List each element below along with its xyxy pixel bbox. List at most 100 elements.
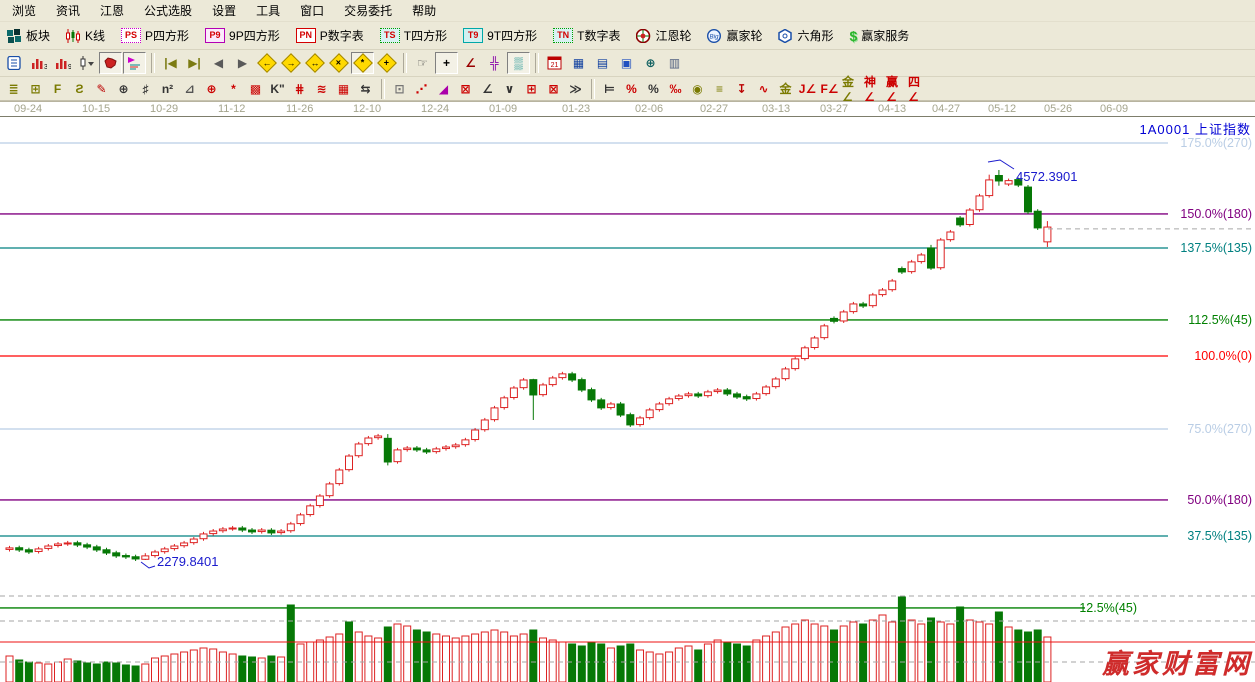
module-kline-button[interactable]: K线 xyxy=(60,24,111,47)
span-measure-tool[interactable]: ⇆ xyxy=(355,79,376,99)
angle-tool-button[interactable]: ∠ xyxy=(459,52,482,74)
time-divider-tool[interactable]: ♯ xyxy=(135,79,156,99)
win-grid-tool[interactable]: ≋ xyxy=(311,79,332,99)
china-map-button[interactable] xyxy=(99,52,122,74)
mirror-angle-tool[interactable]: ⊿ xyxy=(179,79,200,99)
trend-angle-tool[interactable]: ∠ xyxy=(477,79,498,99)
module-sectors-button[interactable]: 板块 xyxy=(1,24,56,47)
price-pen-tool[interactable]: ↧ xyxy=(731,79,752,99)
zoom-all-button[interactable]: * xyxy=(351,52,374,74)
module-9p-square-button[interactable]: P99P四方形 xyxy=(199,24,286,47)
nav-next-button[interactable]: ▶ xyxy=(231,52,254,74)
menu-item-5[interactable]: 工具 xyxy=(246,0,290,22)
gann-grid-tool-button[interactable]: ▒ xyxy=(507,52,530,74)
grid-arrow-tool[interactable]: ⊠ xyxy=(543,79,564,99)
target-tool[interactable]: ⊕ xyxy=(201,79,222,99)
shen-angle-tool[interactable]: 神∠ xyxy=(863,79,884,99)
f-angle-tool[interactable]: F∠ xyxy=(819,79,840,99)
j-angle-tool[interactable]: J∠ xyxy=(797,79,818,99)
gold-angle-tool[interactable]: 金∠ xyxy=(841,79,862,99)
square-spiral-tool[interactable]: ▩ xyxy=(245,79,266,99)
date-tick-11-12: 11-12 xyxy=(218,103,245,115)
zoom-horizontal-button[interactable]: ↔ xyxy=(303,52,326,74)
scale-ruler-tool[interactable]: ⊨ xyxy=(599,79,620,99)
gann-knot-tool-button[interactable]: ╬ xyxy=(483,52,506,74)
zigzag-tool[interactable]: ∨ xyxy=(499,79,520,99)
print-button[interactable]: ▥ xyxy=(663,52,686,74)
nav-last-button[interactable]: ▶| xyxy=(183,52,206,74)
golden-grid-tool[interactable]: ⊞ xyxy=(25,79,46,99)
menu-item-1[interactable]: 资讯 xyxy=(46,0,90,22)
save-button[interactable]: ▣ xyxy=(615,52,638,74)
zoom-out-button[interactable]: + xyxy=(375,52,398,74)
percent-fan-tool[interactable]: % xyxy=(621,79,642,99)
four-angle-tool[interactable]: 四∠ xyxy=(907,79,928,99)
golden-angle-tool[interactable]: 金 xyxy=(775,79,796,99)
calendar-button[interactable]: 21 xyxy=(543,52,566,74)
overlay-3-button[interactable]: 3 xyxy=(27,52,50,74)
menu-item-6[interactable]: 窗口 xyxy=(290,0,334,22)
module-hexagon-button[interactable]: 六角形 xyxy=(772,24,839,47)
date-tick-02-06: 02-06 xyxy=(635,103,663,115)
tn-box-icon: TN xyxy=(553,28,573,43)
module-winner-wheel-button[interactable]: Big赢家轮 xyxy=(701,24,768,47)
crosshair-tool-button[interactable]: + xyxy=(435,52,458,74)
k-notation-tool[interactable]: K" xyxy=(267,79,288,99)
hand-tool-button[interactable]: ☞ xyxy=(411,52,434,74)
wave-tool[interactable]: ∿ xyxy=(753,79,774,99)
fan-box-tool[interactable]: ◢ xyxy=(433,79,454,99)
module-p-square-button[interactable]: PSP四方形 xyxy=(115,24,195,47)
golden-lines-tool[interactable]: ≡ xyxy=(709,79,730,99)
percent-tool[interactable]: % xyxy=(643,79,664,99)
gann-fan-tool[interactable]: ⋰ xyxy=(411,79,432,99)
percent-lines-tool[interactable]: ‰ xyxy=(665,79,686,99)
box-tool[interactable]: ⊡ xyxy=(389,79,410,99)
module-p-square-label: P四方形 xyxy=(145,27,189,44)
win-angle-tool[interactable]: 赢∠ xyxy=(885,79,906,99)
module-kline-label: K线 xyxy=(85,27,105,44)
pan-left-button[interactable]: ← xyxy=(255,52,278,74)
stock-list-icon xyxy=(7,56,22,70)
number-box-tool[interactable]: ▦ xyxy=(333,79,354,99)
china-map-icon xyxy=(103,56,118,70)
export-button[interactable]: ⊕ xyxy=(639,52,662,74)
fan-grid-tool[interactable]: ⊠ xyxy=(455,79,476,99)
gann-circle-tool[interactable]: ⊕ xyxy=(113,79,134,99)
menu-item-3[interactable]: 公式选股 xyxy=(134,0,202,22)
n-square-tool[interactable]: n² xyxy=(157,79,178,99)
date-tick-06-09: 06-09 xyxy=(1100,103,1128,115)
candlestick-chart[interactable]: 175.0%(270)150.0%(180)137.5%(135)112.5%(… xyxy=(0,117,1255,682)
shen-grid-tool[interactable]: ⋕ xyxy=(289,79,310,99)
chart-area[interactable]: 175.0%(270)150.0%(180)137.5%(135)112.5%(… xyxy=(0,117,1255,682)
volume-view-button[interactable] xyxy=(123,52,146,74)
module-winner-service-button[interactable]: $赢家服务 xyxy=(844,24,916,47)
overlay-9-button[interactable]: 9 xyxy=(51,52,74,74)
module-t-square-button[interactable]: TST四方形 xyxy=(374,24,453,47)
menu-item-0[interactable]: 浏览 xyxy=(2,0,46,22)
date-axis: 09-2410-1510-2911-1211-2612-1012-2401-09… xyxy=(0,101,1255,117)
kline-style-button[interactable] xyxy=(75,52,98,74)
spider-web-tool[interactable]: * xyxy=(223,79,244,99)
menu-item-7[interactable]: 交易委托 xyxy=(334,0,402,22)
menu-item-4[interactable]: 设置 xyxy=(202,0,246,22)
brush-tool[interactable]: ✎ xyxy=(91,79,112,99)
parallel-lines-tool[interactable]: ≫ xyxy=(565,79,586,99)
module-t-table-button[interactable]: TNT数字表 xyxy=(547,24,626,47)
menu-item-2[interactable]: 江恩 xyxy=(90,0,134,22)
module-p-table-button[interactable]: PNP数字表 xyxy=(290,24,370,47)
nav-first-button[interactable]: |◀ xyxy=(159,52,182,74)
fibonacci-tool[interactable]: F xyxy=(47,79,68,99)
grid-overlay-tool[interactable]: ⊞ xyxy=(521,79,542,99)
spiral-tool[interactable]: Ƨ xyxy=(69,79,90,99)
stock-list-button[interactable] xyxy=(3,52,26,74)
zoom-in-button[interactable]: × xyxy=(327,52,350,74)
menu-item-8[interactable]: 帮助 xyxy=(402,0,446,22)
calculator-button[interactable]: ▦ xyxy=(567,52,590,74)
module-9t-square-button[interactable]: T99T四方形 xyxy=(457,24,543,47)
gann-price-grid-tool[interactable]: ≣ xyxy=(3,79,24,99)
golden-circle-tool[interactable]: ◉ xyxy=(687,79,708,99)
notepad-button[interactable]: ▤ xyxy=(591,52,614,74)
nav-prev-button[interactable]: ◀ xyxy=(207,52,230,74)
module-gann-wheel-button[interactable]: 江恩轮 xyxy=(630,24,697,47)
pan-right-button[interactable]: → xyxy=(279,52,302,74)
